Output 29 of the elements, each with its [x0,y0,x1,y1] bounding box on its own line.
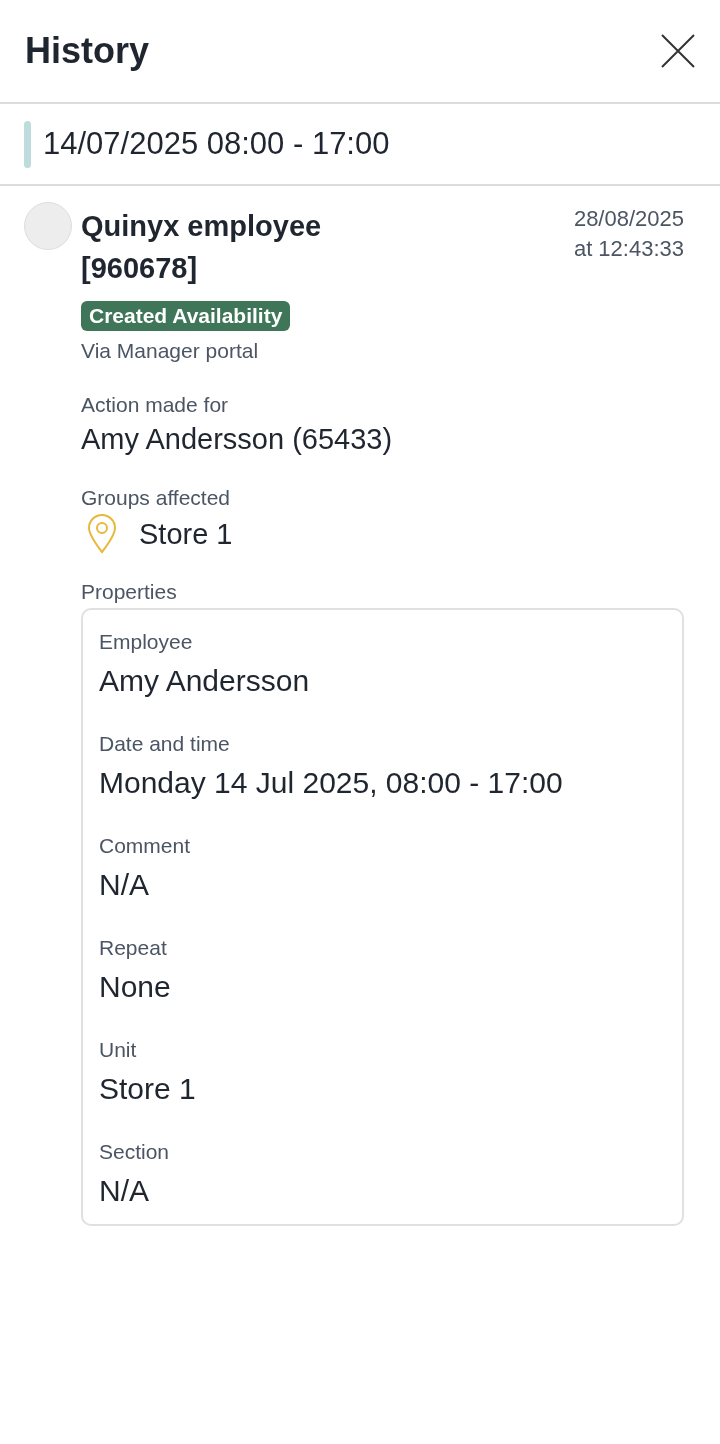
properties-label: Properties [81,580,178,604]
location-pin-icon [87,514,117,554]
source-text: Via Manager portal [81,339,260,363]
shift-time: 14/07/2025 08:00 - 17:00 [43,126,390,162]
group-name: Store 1 [139,517,233,551]
field-value: Amy Andersson (65433) [81,423,394,456]
property-label: Unit [99,1038,138,1062]
entry-time: at 12:43:33 [573,235,684,263]
entry-date: 28/08/2025 [573,205,684,233]
close-button[interactable] [660,33,696,69]
property-value: Store 1 [99,1072,197,1106]
property-value: N/A [99,1174,150,1208]
property-value: N/A [99,868,150,902]
author-name: Quinyx employee [960678] [81,209,323,286]
panel-title: History [25,30,150,72]
close-icon [661,34,695,68]
action-badge: Created Availability [81,301,291,331]
property-label: Repeat [99,936,168,960]
property-label: Comment [99,834,192,858]
property-label: Employee [99,630,194,654]
field-label: Action made for [81,393,230,417]
property-label: Section [99,1140,171,1164]
property-value: Amy Andersson [99,664,311,698]
property-value: None [99,970,172,1004]
avatar [24,202,72,250]
shift-accent [24,120,31,168]
property-value: Monday 14 Jul 2025, 08:00 - 17:00 [99,766,564,800]
property-label: Date and time [99,732,231,756]
field-label: Groups affected [81,486,232,510]
